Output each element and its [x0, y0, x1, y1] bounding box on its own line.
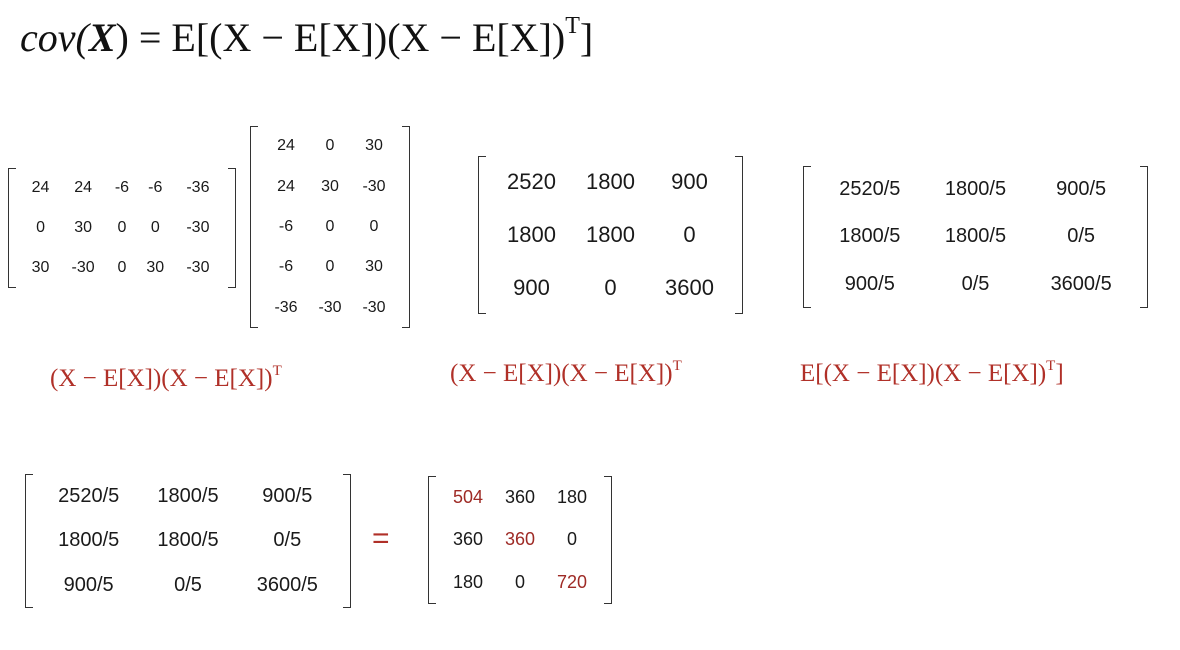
matrix-cell: 0/5: [961, 272, 990, 295]
matrix-cell: 1800/5: [58, 529, 120, 552]
matrix-cell: 0: [325, 217, 335, 235]
matrix-cell: 24: [277, 137, 295, 155]
matrix-cell: 900: [513, 274, 550, 300]
matrix-cell: 0: [325, 137, 335, 155]
matrix-cell: 0: [514, 572, 525, 593]
matrix-cell: 0: [325, 258, 335, 276]
matrix-cell: 720: [556, 572, 588, 593]
caption-expectation-close: ]: [1055, 360, 1064, 387]
centered-matrix: 24 24 -6 -6 -36 0 30 0 0 -30 30 -30 0 30 -30: [8, 168, 236, 288]
matrix-cell: 0: [369, 217, 379, 235]
matrix-cell: 0: [150, 219, 160, 236]
caption-product: (X − E[X])(X − E[X])T: [450, 357, 682, 388]
matrix-cell: 2520/5: [839, 178, 901, 201]
matrix-cell: 360: [452, 529, 484, 550]
matrix-cell: 0/5: [273, 529, 302, 552]
caption-expectation: E[(X − E[X])(X − E[X])T]: [800, 357, 1064, 388]
equals-sign: =: [372, 522, 390, 555]
caption-product-sup: T: [672, 357, 682, 374]
covariance-result-matrix: 504 360 180 360 360 0 180 0 720: [428, 476, 612, 604]
formula-lhs: cov(: [20, 15, 89, 60]
matrix-cell: 900/5: [844, 272, 895, 295]
matrix-cell: 504: [452, 486, 484, 507]
caption-centered-product: (X − E[X])(X − E[X])T: [50, 362, 282, 393]
matrix-cell: 30: [321, 177, 339, 195]
matrix-cell: 900: [671, 169, 708, 195]
matrix-cell: 0: [117, 259, 127, 276]
product-matrix: 2520 1800 900 1800 1800 0 900 0 3600: [478, 156, 743, 314]
matrix-cell: -6: [278, 258, 294, 276]
matrix-cell: 900/5: [1056, 178, 1107, 201]
matrix-cell: 3600/5: [1050, 272, 1112, 295]
matrix-cell: 1800: [586, 221, 635, 247]
matrix-cell: 3600/5: [256, 574, 318, 597]
matrix-cell: 0/5: [1067, 225, 1096, 248]
divided-matrix: 2520/5 1800/5 900/5 1800/5 1800/5 0/5 900/5 0/5…: [803, 166, 1148, 308]
centered-transpose-matrix: 24 0 30 24 30 -30 -6 0 0 -6 0 30 -36 -30 -30: [250, 126, 410, 328]
formula-lhs-close: ): [115, 15, 129, 60]
matrix-cell: 30: [365, 258, 383, 276]
matrix-cell: -6: [148, 179, 163, 196]
matrix-cell: 180: [452, 572, 484, 593]
divided-matrix-repeat: 2520/5 1800/5 900/5 1800/5 1800/5 0/5 900/5 0/5…: [25, 474, 351, 608]
matrix-cell: 30: [74, 219, 92, 236]
matrix-cell: -36: [186, 179, 210, 196]
matrix-cell: 0: [683, 221, 696, 247]
matrix-cell: 30: [31, 259, 50, 276]
matrix-cell: -30: [362, 177, 386, 195]
caption-centered-product-sup: T: [272, 362, 282, 379]
matrix-cell: 0: [566, 529, 577, 550]
caption-product-text: (X − E[X])(X − E[X]): [450, 360, 673, 387]
matrix-cell: -30: [318, 298, 342, 316]
matrix-cell: 0/5: [174, 574, 202, 597]
formula-lhs-var: X: [88, 15, 116, 60]
matrix-cell: 360: [504, 529, 536, 550]
caption-expectation-sup: T: [1046, 357, 1056, 374]
matrix-cell: -6: [278, 217, 294, 235]
matrix-cell: -30: [362, 298, 386, 316]
caption-centered-product-text: (X − E[X])(X − E[X]): [50, 365, 273, 392]
matrix-cell: 1800/5: [157, 484, 219, 507]
matrix-cell: 360: [504, 486, 536, 507]
matrix-cell: 900/5: [262, 484, 313, 507]
matrix-cell: -30: [186, 259, 210, 276]
matrix-cell: 0: [36, 219, 45, 236]
formula-rhs-close: ]: [579, 15, 594, 60]
matrix-cell: 2520: [507, 169, 556, 195]
formula-transpose-sup: T: [565, 13, 580, 39]
matrix-cell: -30: [186, 219, 210, 236]
matrix-cell: 1800: [507, 221, 556, 247]
caption-expectation-text: E[(X − E[X])(X − E[X]): [800, 360, 1047, 387]
formula-rhs: = E[(X − E[X])(X − E[X]): [138, 15, 566, 60]
matrix-cell: 180: [556, 486, 588, 507]
matrix-cell: 3600: [665, 274, 714, 300]
matrix-cell: 0: [117, 219, 127, 236]
matrix-cell: 900/5: [63, 574, 114, 597]
covariance-formula: cov(X) = E[(X − E[X])(X − E[X])T]: [20, 14, 593, 61]
matrix-cell: 1800/5: [944, 178, 1007, 201]
matrix-cell: 1800: [586, 169, 635, 195]
matrix-cell: -30: [71, 259, 95, 276]
matrix-cell: 24: [31, 179, 50, 196]
matrix-cell: -6: [114, 179, 130, 196]
matrix-cell: -36: [274, 298, 298, 316]
matrix-cell: 1800/5: [157, 529, 219, 552]
matrix-cell: 30: [146, 259, 165, 276]
matrix-cell: 1800/5: [944, 225, 1007, 248]
matrix-cell: 0: [604, 274, 617, 300]
matrix-cell: 2520/5: [58, 484, 120, 507]
matrix-cell: 24: [74, 179, 92, 196]
matrix-cell: 30: [365, 137, 383, 155]
matrix-cell: 1800/5: [839, 225, 901, 248]
matrix-cell: 24: [277, 177, 295, 195]
